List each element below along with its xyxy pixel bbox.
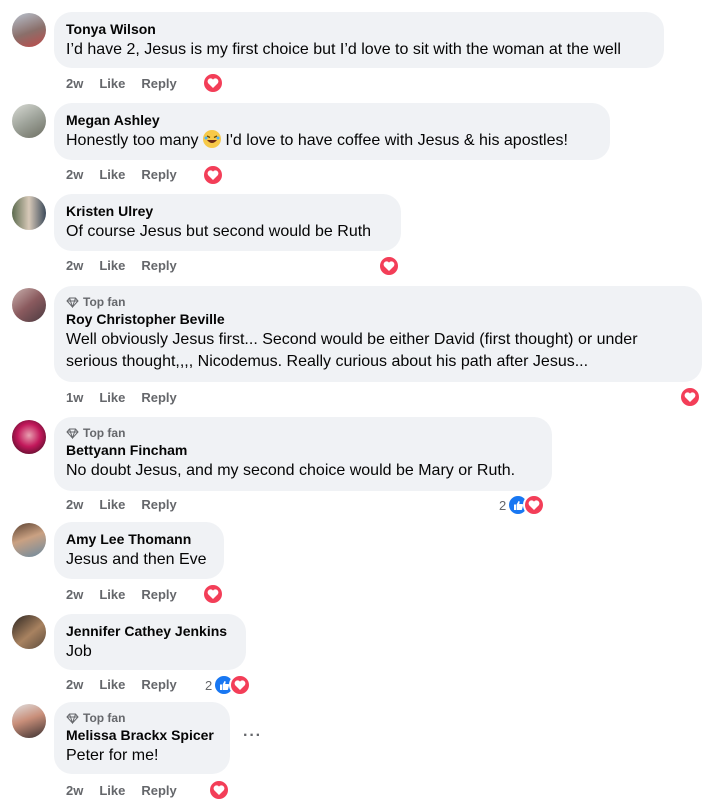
like-button[interactable]: Like xyxy=(99,677,125,692)
commenter-name[interactable]: Jennifer Cathey Jenkins xyxy=(66,622,234,641)
commenter-name[interactable]: Kristen Ulrey xyxy=(66,202,389,221)
commenter-name[interactable]: Roy Christopher Beville xyxy=(66,310,690,329)
commenter-name[interactable]: Amy Lee Thomann xyxy=(66,530,212,549)
love-reaction-icon xyxy=(378,255,400,277)
like-button[interactable]: Like xyxy=(99,76,125,91)
reaction-summary[interactable] xyxy=(679,386,701,408)
comment-bubble: Top fan Roy Christopher Beville Well obv… xyxy=(54,286,702,382)
reply-button[interactable]: Reply xyxy=(141,497,176,512)
reaction-summary[interactable] xyxy=(202,164,224,186)
avatar[interactable] xyxy=(12,104,46,138)
reply-button[interactable]: Reply xyxy=(141,258,176,273)
love-reaction-icon xyxy=(202,583,224,605)
reaction-count: 2 xyxy=(205,677,213,693)
like-button[interactable]: Like xyxy=(99,497,125,512)
comment-actions: 2w Like Reply xyxy=(66,587,177,602)
commenter-name[interactable]: Bettyann Fincham xyxy=(66,441,540,460)
comment-text-part: Honestly too many xyxy=(66,132,199,149)
more-options-icon[interactable]: ··· xyxy=(243,727,262,745)
avatar[interactable] xyxy=(12,13,46,47)
reply-button[interactable]: Reply xyxy=(141,76,176,91)
diamond-icon xyxy=(66,297,79,308)
comment-bubble: Top fan Melissa Brackx Spicer Peter for … xyxy=(54,702,230,774)
comment-actions: 2w Like Reply xyxy=(66,783,177,798)
timestamp[interactable]: 2w xyxy=(66,167,83,182)
reaction-summary[interactable]: 2 xyxy=(205,674,252,696)
comment-bubble: Kristen Ulrey Of course Jesus but second… xyxy=(54,194,401,251)
top-fan-badge: Top fan xyxy=(66,710,218,726)
diamond-icon xyxy=(66,713,79,724)
love-reaction-icon xyxy=(202,164,224,186)
comment-text: Honestly too many I'd love to have coffe… xyxy=(66,130,598,152)
avatar[interactable] xyxy=(12,615,46,649)
comment-text-part: I'd love to have coffee with Jesus & his… xyxy=(225,132,568,149)
avatar[interactable] xyxy=(12,288,46,322)
comment-bubble: Megan Ashley Honestly too many I'd love … xyxy=(54,103,610,160)
comment-text: No doubt Jesus, and my second choice wou… xyxy=(66,462,516,479)
reaction-summary[interactable] xyxy=(202,72,224,94)
love-reaction-icon xyxy=(679,386,701,408)
love-reaction-icon xyxy=(523,494,546,516)
reaction-summary[interactable] xyxy=(202,583,224,605)
comment-actions: 2w Like Reply xyxy=(66,497,177,512)
diamond-icon xyxy=(66,428,79,439)
top-fan-label: Top fan xyxy=(83,295,126,309)
comment-bubble: Amy Lee Thomann Jesus and then Eve xyxy=(54,522,224,579)
reaction-count: 2 xyxy=(499,497,507,513)
like-button[interactable]: Like xyxy=(99,783,125,798)
comment-actions: 2w Like Reply xyxy=(66,258,177,273)
top-fan-badge: Top fan xyxy=(66,425,540,441)
like-button[interactable]: Like xyxy=(99,390,125,405)
reaction-summary[interactable]: 2 xyxy=(499,494,546,516)
love-reaction-icon xyxy=(229,674,252,696)
timestamp[interactable]: 2w xyxy=(66,76,83,91)
comment-text: Peter for me! xyxy=(66,747,159,764)
like-button[interactable]: Like xyxy=(99,587,125,602)
comment-bubble: Jennifer Cathey Jenkins Job xyxy=(54,614,246,670)
timestamp[interactable]: 2w xyxy=(66,783,83,798)
timestamp[interactable]: 2w xyxy=(66,677,83,692)
avatar[interactable] xyxy=(12,704,46,738)
top-fan-badge: Top fan xyxy=(66,294,690,310)
comment-text: Well obviously Jesus first... Second wou… xyxy=(66,331,638,370)
love-reaction-icon xyxy=(208,779,230,801)
reply-button[interactable]: Reply xyxy=(141,677,176,692)
reply-button[interactable]: Reply xyxy=(141,783,176,798)
timestamp[interactable]: 2w xyxy=(66,497,83,512)
reaction-summary[interactable] xyxy=(378,255,400,277)
comment-text: Job xyxy=(66,643,92,660)
avatar[interactable] xyxy=(12,420,46,454)
comment-bubble: Top fan Bettyann Fincham No doubt Jesus,… xyxy=(54,417,552,491)
comment-actions: 2w Like Reply xyxy=(66,76,177,91)
comment-text: Of course Jesus but second would be Ruth xyxy=(66,223,372,240)
reaction-summary[interactable] xyxy=(208,779,230,801)
reply-button[interactable]: Reply xyxy=(141,390,176,405)
timestamp[interactable]: 2w xyxy=(66,587,83,602)
top-fan-label: Top fan xyxy=(83,711,126,725)
comment-text: I’d have 2, Jesus is my first choice but… xyxy=(66,41,621,58)
timestamp[interactable]: 2w xyxy=(66,258,83,273)
timestamp[interactable]: 1w xyxy=(66,390,83,405)
laughing-emoji-icon xyxy=(202,130,221,148)
commenter-name[interactable]: Melissa Brackx Spicer xyxy=(66,726,218,745)
avatar[interactable] xyxy=(12,523,46,557)
comment-actions: 2w Like Reply xyxy=(66,677,177,692)
like-button[interactable]: Like xyxy=(99,258,125,273)
love-reaction-icon xyxy=(202,72,224,94)
comment-actions: 1w Like Reply xyxy=(66,390,177,405)
reply-button[interactable]: Reply xyxy=(141,587,176,602)
avatar[interactable] xyxy=(12,196,46,230)
commenter-name[interactable]: Tonya Wilson xyxy=(66,20,652,39)
commenter-name[interactable]: Megan Ashley xyxy=(66,111,598,130)
comment-bubble: Tonya Wilson I’d have 2, Jesus is my fir… xyxy=(54,12,664,68)
reply-button[interactable]: Reply xyxy=(141,167,176,182)
comment-text: Jesus and then Eve xyxy=(66,551,207,568)
top-fan-label: Top fan xyxy=(83,426,126,440)
like-button[interactable]: Like xyxy=(99,167,125,182)
comment-actions: 2w Like Reply xyxy=(66,167,177,182)
